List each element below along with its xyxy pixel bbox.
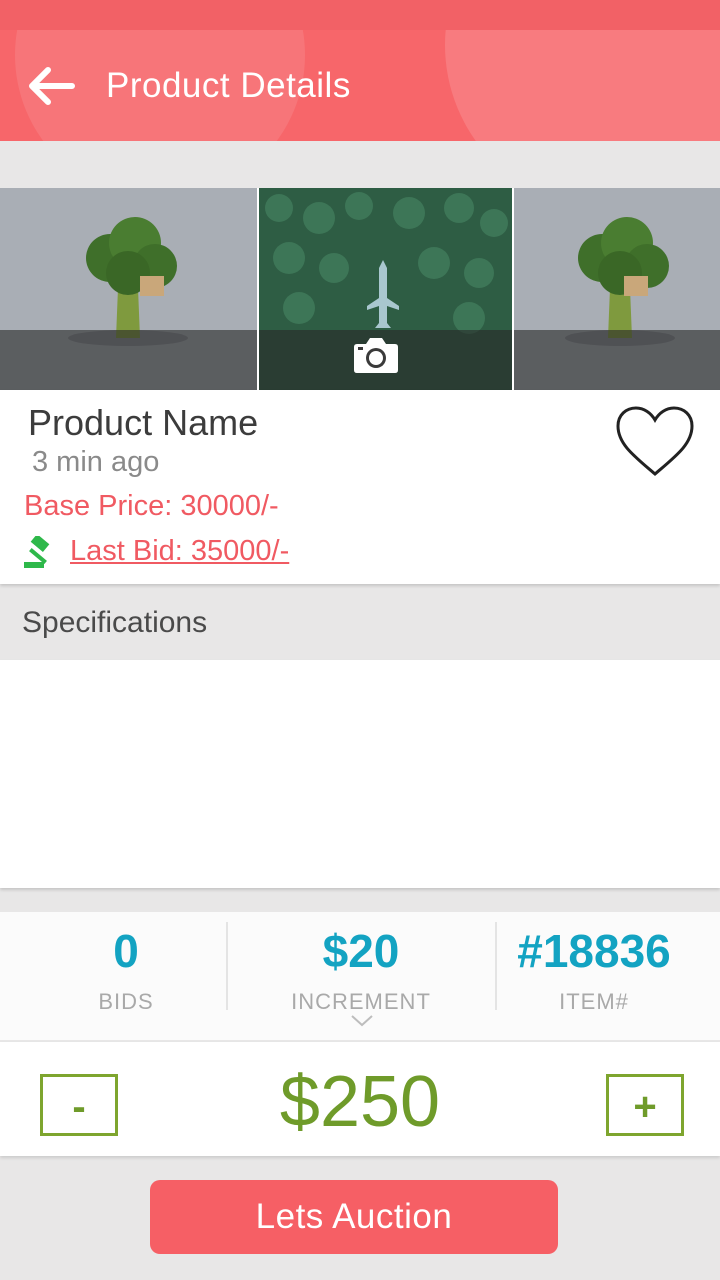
increase-bid-button[interactable]: +: [606, 1074, 684, 1136]
image-shade: [514, 330, 720, 390]
stat-value: $20: [322, 925, 400, 977]
stat-label: ITEM#: [559, 989, 629, 1014]
camera-icon[interactable]: [353, 336, 399, 374]
page-title: Product Details: [106, 66, 351, 105]
heart-outline-icon[interactable]: [614, 404, 696, 478]
posted-time: 3 min ago: [32, 446, 160, 478]
specifications-title: Specifications: [22, 606, 208, 639]
stat-bids: 0 BIDS: [46, 912, 206, 1014]
image-shade: [0, 330, 257, 390]
gallery-image-1[interactable]: [0, 188, 257, 390]
gallery-image-3[interactable]: [514, 188, 720, 390]
bid-amount: $250: [279, 1062, 441, 1142]
chevron-down-icon[interactable]: [350, 1014, 374, 1028]
product-name: Product Name: [28, 402, 259, 443]
lets-auction-button[interactable]: Lets Auction: [150, 1180, 558, 1254]
stat-item: #18836 ITEM#: [496, 912, 692, 1014]
last-bid-link[interactable]: Last Bid: 35000/-: [70, 535, 289, 568]
header-decoration: [445, 30, 720, 141]
stat-label: INCREMENT: [291, 989, 431, 1014]
bid-amount-row: - $250 +: [0, 1042, 720, 1156]
status-bar: [0, 0, 720, 30]
stat-value: 0: [113, 925, 139, 977]
specifications-body: [0, 660, 720, 888]
specifications-header: Specifications: [0, 592, 720, 660]
stat-increment[interactable]: $20 INCREMENT: [255, 912, 467, 1014]
stat-label: BIDS: [98, 989, 154, 1014]
back-button[interactable]: [22, 58, 78, 114]
app-bar: Product Details: [0, 30, 720, 141]
divider: [226, 922, 228, 1010]
stat-value: #18836: [517, 925, 671, 977]
gavel-icon: [24, 536, 50, 568]
arrow-left-icon: [29, 67, 75, 105]
product-info-card: Product Name 3 min ago Base Price: 30000…: [0, 390, 720, 584]
base-price: Base Price: 30000/-: [24, 490, 279, 522]
decrease-bid-button[interactable]: -: [40, 1074, 118, 1136]
